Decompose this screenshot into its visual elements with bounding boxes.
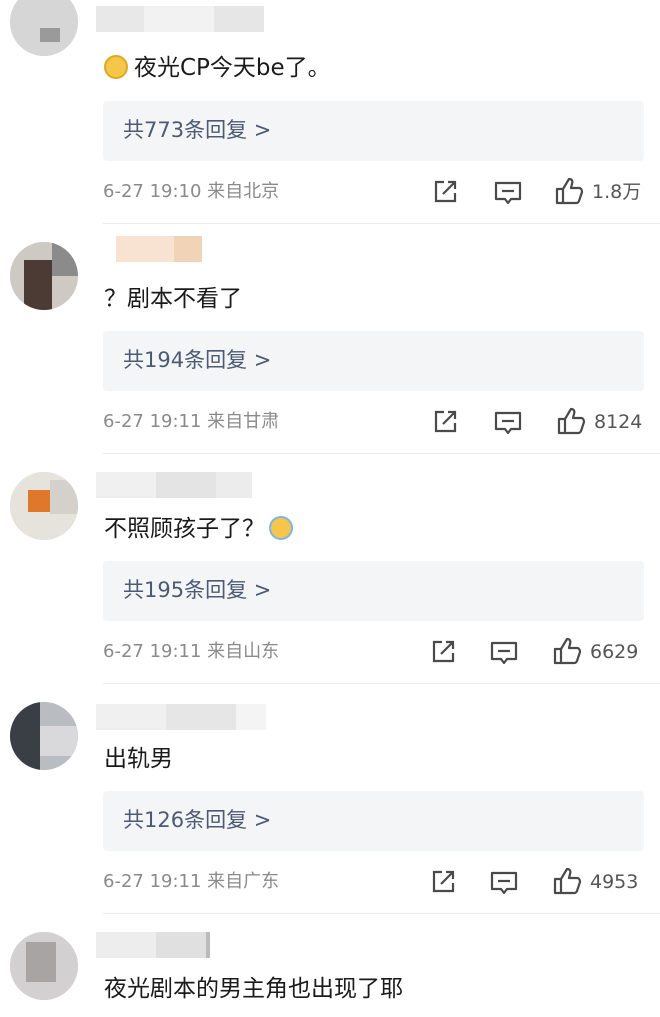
- divider: [103, 453, 660, 454]
- avatar[interactable]: [10, 932, 78, 1000]
- avatar[interactable]: [10, 0, 78, 56]
- replies-button[interactable]: 共195条回复 >: [103, 561, 644, 621]
- avatar[interactable]: [10, 472, 78, 540]
- comment-text: ？剧本不看了: [104, 286, 242, 312]
- hands-on-head-emoji: [269, 516, 293, 540]
- like-count: 4953: [590, 871, 639, 893]
- share-icon[interactable]: [430, 407, 460, 437]
- avatar[interactable]: [10, 242, 78, 310]
- replies-button[interactable]: 共194条回复 >: [103, 331, 644, 391]
- thumbs-up-icon[interactable]: [556, 406, 586, 436]
- username-redacted[interactable]: [96, 472, 266, 498]
- replies-button[interactable]: 共773条回复 >: [103, 101, 644, 161]
- avatar[interactable]: [10, 702, 78, 770]
- thumbs-up-icon[interactable]: [552, 636, 582, 666]
- comment-meta: 6-27 19:11 来自甘肃: [103, 411, 280, 432]
- comment-icon[interactable]: [489, 867, 519, 897]
- comment-text: 出轨男: [104, 746, 173, 772]
- divider: [103, 223, 660, 224]
- like-count: 8124: [594, 411, 643, 433]
- share-icon[interactable]: [428, 867, 458, 897]
- comment-meta: 6-27 19:11 来自广东: [103, 871, 280, 892]
- comment-icon[interactable]: [493, 407, 523, 437]
- username-redacted[interactable]: [96, 704, 266, 730]
- comment-meta: 6-27 19:11 来自山东: [103, 641, 280, 662]
- comment-text: 夜光CP今天be了。: [104, 53, 331, 83]
- username-redacted[interactable]: [96, 6, 266, 32]
- share-icon[interactable]: [430, 177, 460, 207]
- comment-meta: 6-27 19:10 来自北京: [103, 181, 280, 202]
- username-redacted[interactable]: [96, 236, 266, 262]
- comment-icon[interactable]: [489, 637, 519, 667]
- replies-button[interactable]: 共126条回复 >: [103, 791, 644, 851]
- thumbs-up-icon[interactable]: [554, 176, 584, 206]
- username-redacted[interactable]: [96, 932, 266, 958]
- divider: [103, 913, 660, 914]
- comment-text: 不照顾孩子了？: [104, 514, 299, 544]
- comment-text: 夜光剧本的男主角也出现了耶: [104, 976, 403, 1002]
- share-icon[interactable]: [428, 637, 458, 667]
- divider: [103, 683, 660, 684]
- thumbs-up-icon[interactable]: [552, 866, 582, 896]
- like-count: 6629: [590, 641, 639, 663]
- like-count: 1.8万: [592, 181, 642, 203]
- crying-face-emoji: [104, 55, 128, 79]
- comment-icon[interactable]: [493, 177, 523, 207]
